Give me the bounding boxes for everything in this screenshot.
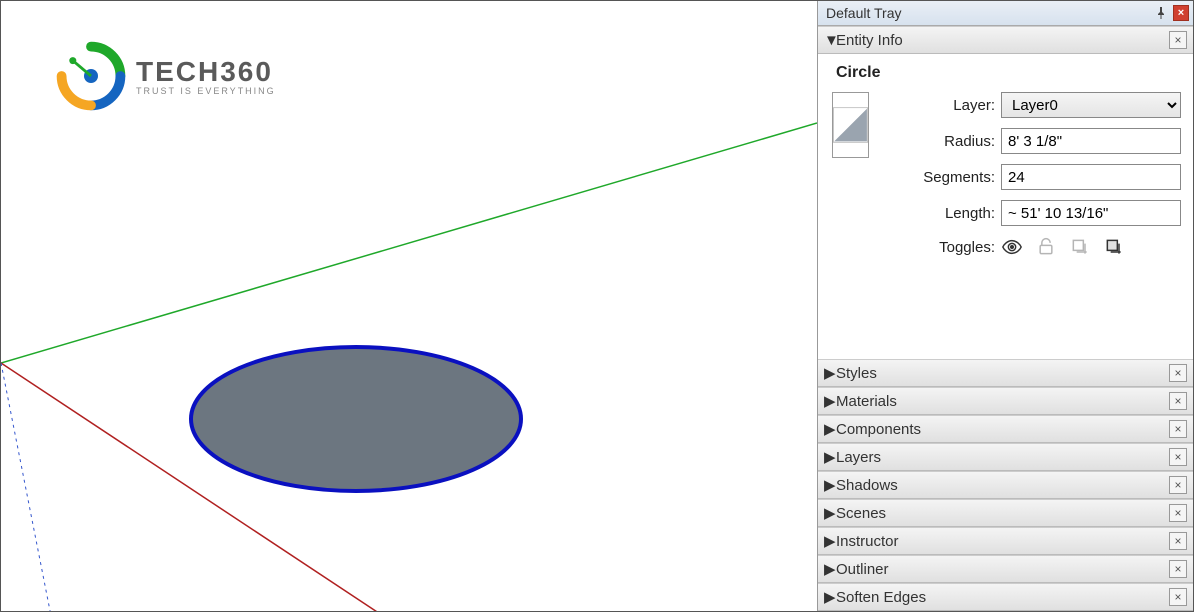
- panel-close-icon[interactable]: ×: [1169, 420, 1187, 438]
- length-label: Length:: [885, 205, 995, 222]
- panel-label: Materials: [836, 393, 1169, 410]
- panel-header-scenes[interactable]: ▶Scenes×: [818, 499, 1193, 527]
- collapse-right-icon: ▶: [824, 364, 836, 382]
- panel-label: Shadows: [836, 477, 1169, 494]
- tray-title: Default Tray: [826, 5, 1149, 21]
- entity-info-header-label: Entity Info: [836, 32, 1169, 49]
- visibility-toggle-icon[interactable]: [1001, 236, 1023, 258]
- panel-close-icon[interactable]: ×: [1169, 364, 1187, 382]
- panel-label: Scenes: [836, 505, 1169, 522]
- panel-close-icon[interactable]: ×: [1169, 532, 1187, 550]
- collapse-right-icon: ▶: [824, 448, 836, 466]
- segments-label: Segments:: [885, 169, 995, 186]
- logo-text-main: TECH360: [136, 56, 276, 88]
- default-tray: Default Tray × ▼ Entity Info × Circle La…: [817, 1, 1193, 611]
- shadow-receive-toggle-icon[interactable]: [1103, 236, 1125, 258]
- collapse-right-icon: ▶: [824, 588, 836, 606]
- panel-close-icon[interactable]: ×: [1169, 560, 1187, 578]
- collapse-right-icon: ▶: [824, 532, 836, 550]
- viewport-3d[interactable]: TECH360 TRUST IS EVERYTHING: [1, 1, 817, 611]
- radius-label: Radius:: [885, 133, 995, 150]
- layer-select[interactable]: Layer0: [1001, 92, 1181, 118]
- material-thumbnail[interactable]: [832, 92, 869, 158]
- panel-label: Layers: [836, 449, 1169, 466]
- panel-header-outliner[interactable]: ▶Outliner×: [818, 555, 1193, 583]
- shadow-cast-toggle-icon[interactable]: [1069, 236, 1091, 258]
- panel-header-layers[interactable]: ▶Layers×: [818, 443, 1193, 471]
- panel-header-instructor[interactable]: ▶Instructor×: [818, 527, 1193, 555]
- panel-label: Soften Edges: [836, 589, 1169, 606]
- panel-label: Components: [836, 421, 1169, 438]
- entity-type-label: Circle: [836, 64, 1181, 82]
- layer-label: Layer:: [885, 97, 995, 114]
- collapse-right-icon: ▶: [824, 420, 836, 438]
- pin-icon[interactable]: [1153, 5, 1169, 21]
- toggles-label: Toggles:: [885, 239, 995, 256]
- panel-close-icon[interactable]: ×: [1169, 588, 1187, 606]
- tray-close-icon[interactable]: ×: [1173, 5, 1189, 21]
- panel-close-icon[interactable]: ×: [1169, 392, 1187, 410]
- panel-header-soften-edges[interactable]: ▶Soften Edges×: [818, 583, 1193, 611]
- radius-input[interactable]: [1001, 128, 1181, 154]
- panel-label: Styles: [836, 365, 1169, 382]
- entity-info-body: Circle Layer: Layer0 Radius: Segments: L…: [818, 54, 1193, 314]
- collapse-right-icon: ▶: [824, 392, 836, 410]
- collapse-right-icon: ▶: [824, 476, 836, 494]
- panel-header-components[interactable]: ▶Components×: [818, 415, 1193, 443]
- panel-close-icon[interactable]: ×: [1169, 31, 1187, 49]
- panel-close-icon[interactable]: ×: [1169, 476, 1187, 494]
- logo-text-sub: TRUST IS EVERYTHING: [136, 86, 276, 96]
- panel-label: Instructor: [836, 533, 1169, 550]
- logo-mark-icon: [56, 41, 126, 111]
- entity-info-panel-header[interactable]: ▼ Entity Info ×: [818, 26, 1193, 54]
- panel-close-icon[interactable]: ×: [1169, 448, 1187, 466]
- length-input[interactable]: [1001, 200, 1181, 226]
- logo: TECH360 TRUST IS EVERYTHING: [56, 41, 276, 111]
- collapse-down-icon: ▼: [824, 32, 836, 49]
- panel-label: Outliner: [836, 561, 1169, 578]
- lock-toggle-icon[interactable]: [1035, 236, 1057, 258]
- panel-header-shadows[interactable]: ▶Shadows×: [818, 471, 1193, 499]
- collapse-right-icon: ▶: [824, 504, 836, 522]
- panel-close-icon[interactable]: ×: [1169, 504, 1187, 522]
- panel-header-materials[interactable]: ▶Materials×: [818, 387, 1193, 415]
- segments-input[interactable]: [1001, 164, 1181, 190]
- tray-header[interactable]: Default Tray ×: [818, 1, 1193, 26]
- collapse-right-icon: ▶: [824, 560, 836, 578]
- panel-header-styles[interactable]: ▶Styles×: [818, 359, 1193, 387]
- selected-circle[interactable]: [191, 347, 521, 491]
